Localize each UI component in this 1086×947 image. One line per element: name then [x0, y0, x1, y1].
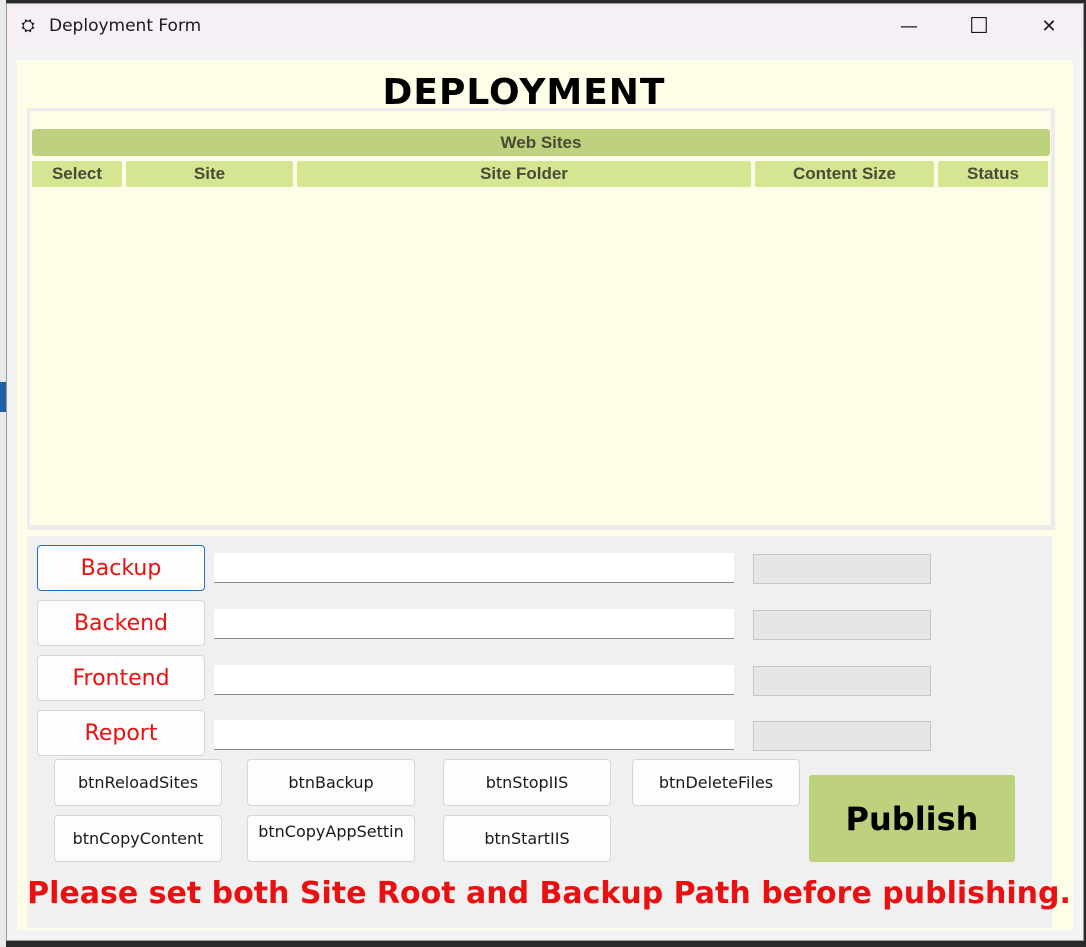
report-path-input[interactable]: [214, 720, 734, 750]
grid-title: Web Sites: [32, 129, 1050, 156]
copy-content-button[interactable]: btnCopyContent: [54, 815, 222, 862]
minimize-icon: —: [900, 15, 918, 37]
report-status-box: [753, 721, 931, 751]
column-header-status[interactable]: Status: [938, 161, 1048, 187]
backend-path-input[interactable]: [214, 609, 734, 639]
maximize-icon: ☐: [969, 13, 989, 39]
backup-button[interactable]: btnBackup: [247, 759, 415, 806]
column-header-content-size[interactable]: Content Size: [755, 161, 934, 187]
copy-app-settings-button[interactable]: btnCopyAppSettin: [247, 815, 415, 862]
column-header-site-folder[interactable]: Site Folder: [297, 161, 751, 187]
minimize-button[interactable]: —: [877, 6, 941, 46]
controls-panel: Backup Backend Frontend Report btnReload…: [27, 536, 1071, 928]
reload-sites-button[interactable]: btnReloadSites: [54, 759, 222, 806]
backend-status-box: [753, 610, 931, 640]
backend-path-button[interactable]: Backend: [37, 600, 205, 646]
backup-path-button[interactable]: Backup: [37, 545, 205, 591]
title-bar[interactable]: ⛭ Deployment Form — ☐ ✕: [7, 4, 1083, 48]
close-button[interactable]: ✕: [1017, 6, 1081, 46]
window-title: Deployment Form: [49, 16, 202, 36]
column-header-site[interactable]: Site: [126, 161, 293, 187]
maximize-button[interactable]: ☐: [947, 6, 1011, 46]
stop-iis-button[interactable]: btnStopIIS: [443, 759, 611, 806]
report-path-button[interactable]: Report: [37, 710, 205, 756]
warning-message: Please set both Site Root and Backup Pat…: [27, 876, 1071, 911]
close-icon: ✕: [1041, 15, 1057, 37]
publish-button[interactable]: Publish: [809, 775, 1015, 862]
deployment-form-window: ⛭ Deployment Form — ☐ ✕ DEPLOYMENT Web S…: [6, 3, 1084, 941]
start-iis-button[interactable]: btnStartIIS: [443, 815, 611, 862]
backup-status-box: [753, 554, 931, 584]
form-client-area: DEPLOYMENT Web Sites Select Site Site Fo…: [17, 60, 1073, 930]
column-header-select[interactable]: Select: [32, 161, 122, 187]
web-sites-grid[interactable]: Web Sites Select Site Site Folder Conten…: [27, 108, 1055, 530]
delete-files-button[interactable]: btnDeleteFiles: [632, 759, 800, 806]
frontend-path-button[interactable]: Frontend: [37, 655, 205, 701]
frontend-status-box: [753, 666, 931, 696]
backup-path-input[interactable]: [214, 553, 734, 583]
frontend-path-input[interactable]: [214, 665, 734, 695]
web-sites-grid-body[interactable]: Web Sites Select Site Site Folder Conten…: [30, 111, 1051, 525]
app-icon: ⛭: [21, 16, 35, 36]
page-title: DEPLOYMENT: [382, 72, 666, 113]
